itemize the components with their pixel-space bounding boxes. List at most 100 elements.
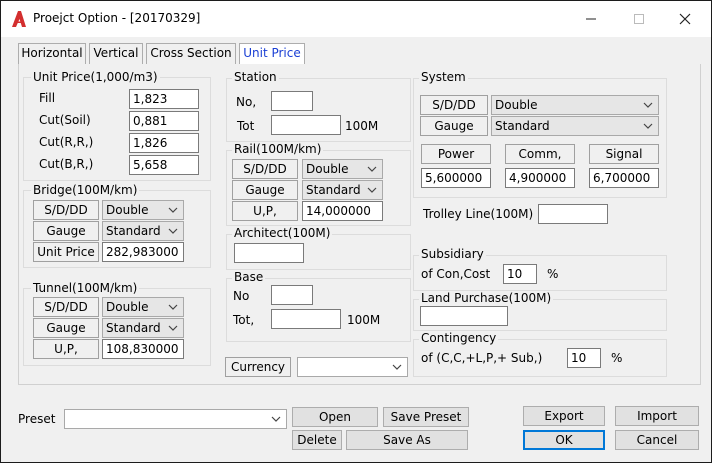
- tunnel-gauge-select[interactable]: Standard: [102, 318, 184, 338]
- tab-horizontal[interactable]: Horizontal: [18, 43, 86, 66]
- bridge-unit-price-input[interactable]: 282,983000: [102, 242, 184, 262]
- tab-unit-price[interactable]: Unit Price: [239, 43, 305, 66]
- rail-gauge-select[interactable]: Standard: [302, 180, 383, 200]
- system-gauge-value: Standard: [495, 119, 550, 133]
- bridge-sdd-label: S/D/DD: [33, 200, 99, 220]
- tab-vertical[interactable]: Vertical: [89, 43, 143, 66]
- bridge-gauge-value: Standard: [106, 224, 161, 238]
- maximize-icon: [634, 14, 644, 24]
- rail-up-input[interactable]: 14,000000: [302, 201, 383, 221]
- window-title: Proejct Option - [20170329]: [33, 11, 201, 25]
- contingency-unit: %: [611, 351, 623, 365]
- rail-up-label: U,P,: [232, 201, 298, 221]
- unit-price-title: Unit Price(1,000/m3): [31, 70, 160, 84]
- fill-input[interactable]: 1,823: [129, 89, 199, 109]
- rail-sdd-label: S/D/DD: [232, 159, 298, 179]
- chevron-down-icon: [643, 102, 653, 108]
- cancel-button[interactable]: Cancel: [615, 430, 699, 450]
- cut-rr-label: Cut(R,R,): [39, 135, 94, 149]
- base-tot-input[interactable]: [271, 309, 341, 329]
- bridge-gauge-select[interactable]: Standard: [102, 221, 184, 241]
- station-tot-label: Tot: [237, 119, 255, 133]
- title-bar: Proejct Option - [20170329]: [1, 1, 711, 37]
- contingency-input[interactable]: 10: [567, 348, 601, 368]
- subsidiary-input[interactable]: 10: [503, 264, 537, 284]
- rail-title: Rail(100M/km): [232, 142, 324, 156]
- trolley-line-input[interactable]: [538, 204, 608, 224]
- tunnel-up-input[interactable]: 108,830000: [102, 339, 184, 359]
- system-sdd-label: S/D/DD: [420, 95, 488, 115]
- chevron-down-icon: [367, 166, 377, 172]
- base-title: Base: [232, 270, 266, 284]
- rail-sdd-value: Double: [306, 162, 349, 176]
- close-icon: [679, 13, 691, 25]
- base-no-label: No: [233, 289, 250, 303]
- currency-label: Currency: [225, 357, 291, 377]
- subsidiary-label: of Con,Cost: [421, 267, 491, 281]
- cut-br-input[interactable]: 5,658: [129, 155, 199, 175]
- contingency-label: of (C,C,+L,P,+ Sub,): [421, 351, 543, 365]
- preset-label: Preset: [18, 412, 56, 426]
- chevron-down-icon: [367, 187, 377, 193]
- bridge-sdd-value: Double: [106, 203, 149, 217]
- rail-gauge-value: Standard: [306, 183, 361, 197]
- tunnel-sdd-select[interactable]: Double: [102, 297, 184, 317]
- open-button[interactable]: Open: [292, 407, 378, 427]
- bridge-gauge-label: Gauge: [33, 221, 99, 241]
- save-as-button[interactable]: Save As: [346, 430, 468, 450]
- bridge-unit-price-label: Unit Price: [33, 242, 99, 262]
- base-tot-label: Tot,: [233, 313, 255, 327]
- currency-select[interactable]: [297, 357, 408, 377]
- preset-select[interactable]: [64, 409, 287, 429]
- signal-label: Signal: [589, 144, 659, 164]
- cut-soil-label: Cut(Soil): [39, 113, 91, 127]
- architect-title: Architect(100M): [232, 226, 333, 240]
- signal-input[interactable]: 6,700000: [589, 168, 659, 188]
- station-no-input[interactable]: [271, 91, 313, 111]
- base-no-input[interactable]: [271, 285, 313, 305]
- tunnel-title: Tunnel(100M/km): [31, 281, 140, 295]
- comm-input[interactable]: 4,900000: [505, 168, 575, 188]
- import-button[interactable]: Import: [615, 406, 699, 426]
- power-label: Power: [421, 144, 491, 164]
- export-button[interactable]: Export: [523, 406, 605, 426]
- tunnel-sdd-value: Double: [106, 300, 149, 314]
- station-unit-label: 100M: [345, 119, 379, 133]
- contingency-title: Contingency: [419, 331, 499, 345]
- cut-soil-input[interactable]: 0,881: [129, 111, 199, 131]
- power-input[interactable]: 5,600000: [421, 168, 491, 188]
- system-gauge-select[interactable]: Standard: [491, 116, 659, 136]
- tab-cross-section[interactable]: Cross Section: [146, 43, 236, 66]
- station-tot-input[interactable]: [271, 115, 341, 135]
- maximize-button[interactable]: [619, 7, 659, 31]
- base-unit-label: 100M: [347, 313, 381, 327]
- tunnel-gauge-label: Gauge: [33, 318, 99, 338]
- cut-rr-input[interactable]: 1,826: [129, 133, 199, 153]
- trolley-line-label: Trolley Line(100M): [423, 207, 534, 221]
- chevron-down-icon: [168, 228, 178, 234]
- chevron-down-icon: [168, 304, 178, 310]
- architect-input[interactable]: [234, 243, 304, 263]
- minimize-button[interactable]: [571, 7, 611, 31]
- minimize-icon: [586, 18, 596, 20]
- chevron-down-icon: [168, 207, 178, 213]
- rail-gauge-label: Gauge: [232, 180, 298, 200]
- delete-button[interactable]: Delete: [292, 430, 342, 450]
- chevron-down-icon: [643, 123, 653, 129]
- bridge-title: Bridge(100M/km): [31, 183, 140, 197]
- cut-br-label: Cut(B,R,): [39, 157, 94, 171]
- station-no-label: No,: [236, 95, 257, 109]
- close-button[interactable]: [665, 7, 705, 31]
- land-purchase-input[interactable]: [420, 306, 508, 326]
- rail-sdd-select[interactable]: Double: [302, 159, 383, 179]
- subsidiary-title: Subsidiary: [419, 247, 486, 261]
- station-title: Station: [232, 70, 279, 84]
- save-preset-button[interactable]: Save Preset: [383, 407, 469, 427]
- ok-button[interactable]: OK: [523, 430, 605, 450]
- chevron-down-icon: [168, 325, 178, 331]
- bridge-sdd-select[interactable]: Double: [102, 200, 184, 220]
- system-sdd-select[interactable]: Double: [491, 95, 659, 115]
- land-purchase-title: Land Purchase(100M): [419, 291, 554, 305]
- tunnel-up-label: U,P,: [33, 339, 99, 359]
- tunnel-gauge-value: Standard: [106, 321, 161, 335]
